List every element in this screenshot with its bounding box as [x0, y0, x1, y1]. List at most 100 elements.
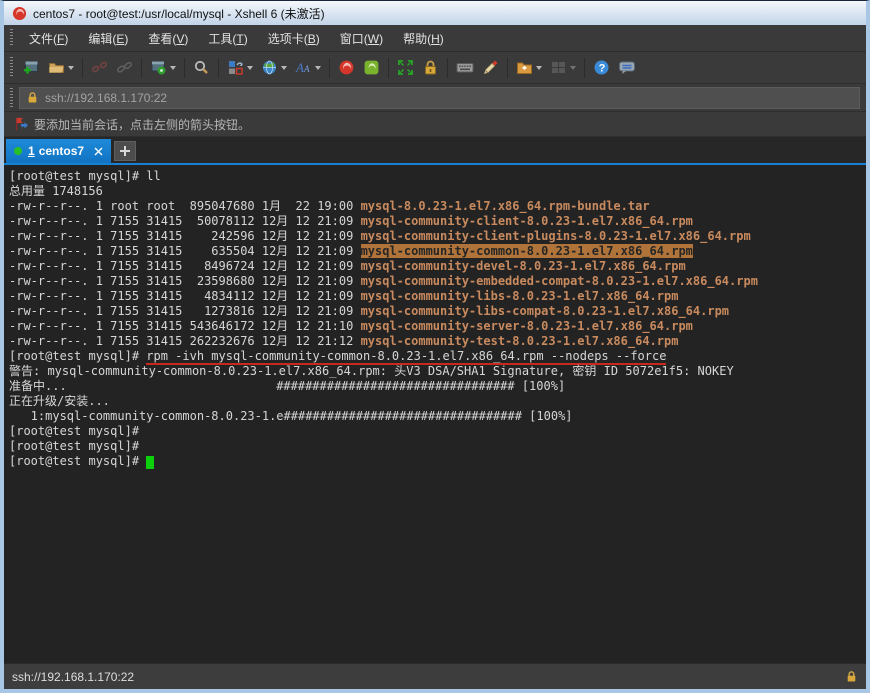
dropdown-caret[interactable]: [315, 66, 321, 70]
status-bar: ssh://192.168.1.170:22: [4, 663, 866, 689]
dropdown-caret[interactable]: [536, 66, 542, 70]
terminal-line: -rw-r--r--. 1 7155 31415 635504 12月 12 2…: [9, 244, 866, 259]
properties-gear-icon: [150, 59, 167, 76]
open-session-button[interactable]: [44, 56, 78, 79]
xftp-button[interactable]: [359, 56, 384, 79]
disconnect-button[interactable]: [87, 56, 112, 79]
terminal-segment-file: mysql-8.0.23-1.el7.x86_64.rpm-bundle.tar: [361, 199, 650, 213]
terminal-segment-file-selected: mysql-community-common-8.0.23-1.el7.x86_…: [361, 244, 693, 258]
terminal-line: -rw-r--r--. 1 7155 31415 50078112 12月 12…: [9, 214, 866, 229]
new-session-icon: [23, 59, 40, 76]
dropdown-caret[interactable]: [68, 66, 74, 70]
xshell-button[interactable]: [334, 56, 359, 79]
terminal-line: 1:mysql-community-common-8.0.23-1.e#####…: [9, 409, 866, 424]
terminal-line: -rw-r--r--. 1 7155 31415 23598680 12月 12…: [9, 274, 866, 289]
reconnect-icon: [116, 59, 133, 76]
message-button[interactable]: [614, 56, 640, 79]
menu-bar: 文件(F) 编辑(E) 查看(V) 工具(T) 选项卡(B) 窗口(W) 帮助(…: [4, 25, 866, 52]
dropdown-caret[interactable]: [247, 66, 253, 70]
terminal-segment-file: mysql-community-server-8.0.23-1.el7.x86_…: [361, 319, 693, 333]
tiles-icon: [550, 59, 567, 76]
help-button[interactable]: ?: [589, 56, 614, 79]
svg-text:A: A: [295, 60, 304, 75]
address-url: ssh://192.168.1.170:22: [45, 91, 167, 105]
find-button[interactable]: [189, 56, 214, 79]
terminal-line: [root@test mysql]#: [9, 454, 866, 469]
terminal-line: -rw-r--r--. 1 7155 31415 1273816 12月 12 …: [9, 304, 866, 319]
tab-bar: 1 centos7: [4, 137, 866, 163]
terminal-segment-file: mysql-community-client-plugins-8.0.23-1.…: [361, 229, 751, 243]
session-properties-button[interactable]: [146, 56, 180, 79]
lock-icon: [26, 91, 39, 104]
menubar-grip[interactable]: [10, 29, 13, 47]
dropdown-caret[interactable]: [570, 66, 576, 70]
xshell-logo-icon: [12, 6, 27, 21]
info-bar: 要添加当前会话，点击左侧的箭头按钮。: [4, 112, 866, 137]
reconnect-button[interactable]: [112, 56, 137, 79]
lock-screen-button[interactable]: [418, 56, 443, 79]
terminal-line: -rw-r--r--. 1 7155 31415 8496724 12月 12 …: [9, 259, 866, 274]
web-button[interactable]: [257, 56, 291, 79]
terminal-line: [root@test mysql]#: [9, 424, 866, 439]
menu-tools[interactable]: 工具(T): [198, 26, 257, 51]
terminal-cursor: [146, 456, 154, 469]
layout-icon: [227, 59, 244, 76]
open-folder-icon: [48, 59, 65, 76]
terminal-segment-file: mysql-community-libs-compat-8.0.23-1.el7…: [361, 304, 729, 318]
terminal-segment-cmd-underline: rpm -ivh mysql-community-common-8.0.23-1…: [146, 349, 666, 365]
fullscreen-button[interactable]: [393, 56, 418, 79]
status-url: ssh://192.168.1.170:22: [12, 670, 134, 684]
globe-icon: [261, 59, 278, 76]
terminal-output[interactable]: [root@test mysql]# ll总用量 1748156-rw-r--r…: [4, 165, 866, 663]
menu-file[interactable]: 文件(F): [19, 26, 78, 51]
chat-icon: [618, 59, 636, 76]
folder-plus-icon: [516, 59, 533, 76]
menu-edit[interactable]: 编辑(E): [78, 26, 138, 51]
terminal-line: [root@test mysql]# ll: [9, 169, 866, 184]
tab-centos7[interactable]: 1 centos7: [6, 139, 111, 163]
terminal-line: 准备中... #################################…: [9, 379, 866, 394]
lock-icon: [845, 670, 858, 683]
virtual-keyboard-button[interactable]: [452, 56, 478, 79]
terminal-segment-file: mysql-community-test-8.0.23-1.el7.x86_64…: [361, 334, 679, 348]
tab-label: centos7: [39, 144, 84, 158]
dropdown-caret[interactable]: [170, 66, 176, 70]
terminal-segment-file: mysql-community-embedded-compat-8.0.23-1…: [361, 274, 758, 288]
tile-windows-button[interactable]: [546, 56, 580, 79]
terminal-segment-file: mysql-community-libs-8.0.23-1.el7.x86_64…: [361, 289, 679, 303]
keyboard-icon: [456, 59, 474, 76]
menu-tabs[interactable]: 选项卡(B): [258, 26, 330, 51]
tab-close-icon[interactable]: [94, 147, 103, 156]
window-title: centos7 - root@test:/usr/local/mysql - X…: [33, 5, 325, 22]
new-file-button[interactable]: [512, 56, 546, 79]
toolbar: AA: [4, 52, 866, 84]
terminal-line: 正在升级/安装...: [9, 394, 866, 409]
addressbar-grip[interactable]: [10, 88, 13, 107]
toolbar-grip[interactable]: [10, 57, 13, 79]
font-icon: AA: [295, 59, 312, 76]
highlight-button[interactable]: [478, 56, 503, 79]
terminal-line: [root@test mysql]# rpm -ivh mysql-commun…: [9, 349, 866, 364]
svg-text:A: A: [303, 64, 310, 74]
new-tab-button[interactable]: [114, 141, 136, 161]
terminal-line: -rw-r--r--. 1 7155 31415 242596 12月 12 2…: [9, 229, 866, 244]
terminal-segment-file: mysql-community-client-8.0.23-1.el7.x86_…: [361, 214, 693, 228]
title-bar[interactable]: centos7 - root@test:/usr/local/mysql - X…: [4, 1, 866, 25]
menu-help[interactable]: 帮助(H): [393, 26, 454, 51]
terminal-line: -rw-r--r--. 1 7155 31415 262232676 12月 1…: [9, 334, 866, 349]
highlighter-icon: [482, 59, 499, 76]
info-message: 要添加当前会话，点击左侧的箭头按钮。: [34, 116, 250, 133]
menu-view[interactable]: 查看(V): [138, 26, 198, 51]
dropdown-caret[interactable]: [281, 66, 287, 70]
address-field[interactable]: ssh://192.168.1.170:22: [19, 87, 860, 109]
help-icon: ?: [593, 59, 610, 76]
layout-button[interactable]: [223, 56, 257, 79]
xshell-window: centos7 - root@test:/usr/local/mysql - X…: [0, 0, 870, 693]
font-button[interactable]: AA: [291, 56, 325, 79]
svg-text:?: ?: [599, 63, 606, 75]
fullscreen-icon: [397, 59, 414, 76]
connected-status-dot: [14, 147, 22, 155]
padlock-icon: [422, 59, 439, 76]
new-session-button[interactable]: [19, 56, 44, 79]
menu-window[interactable]: 窗口(W): [330, 26, 393, 51]
